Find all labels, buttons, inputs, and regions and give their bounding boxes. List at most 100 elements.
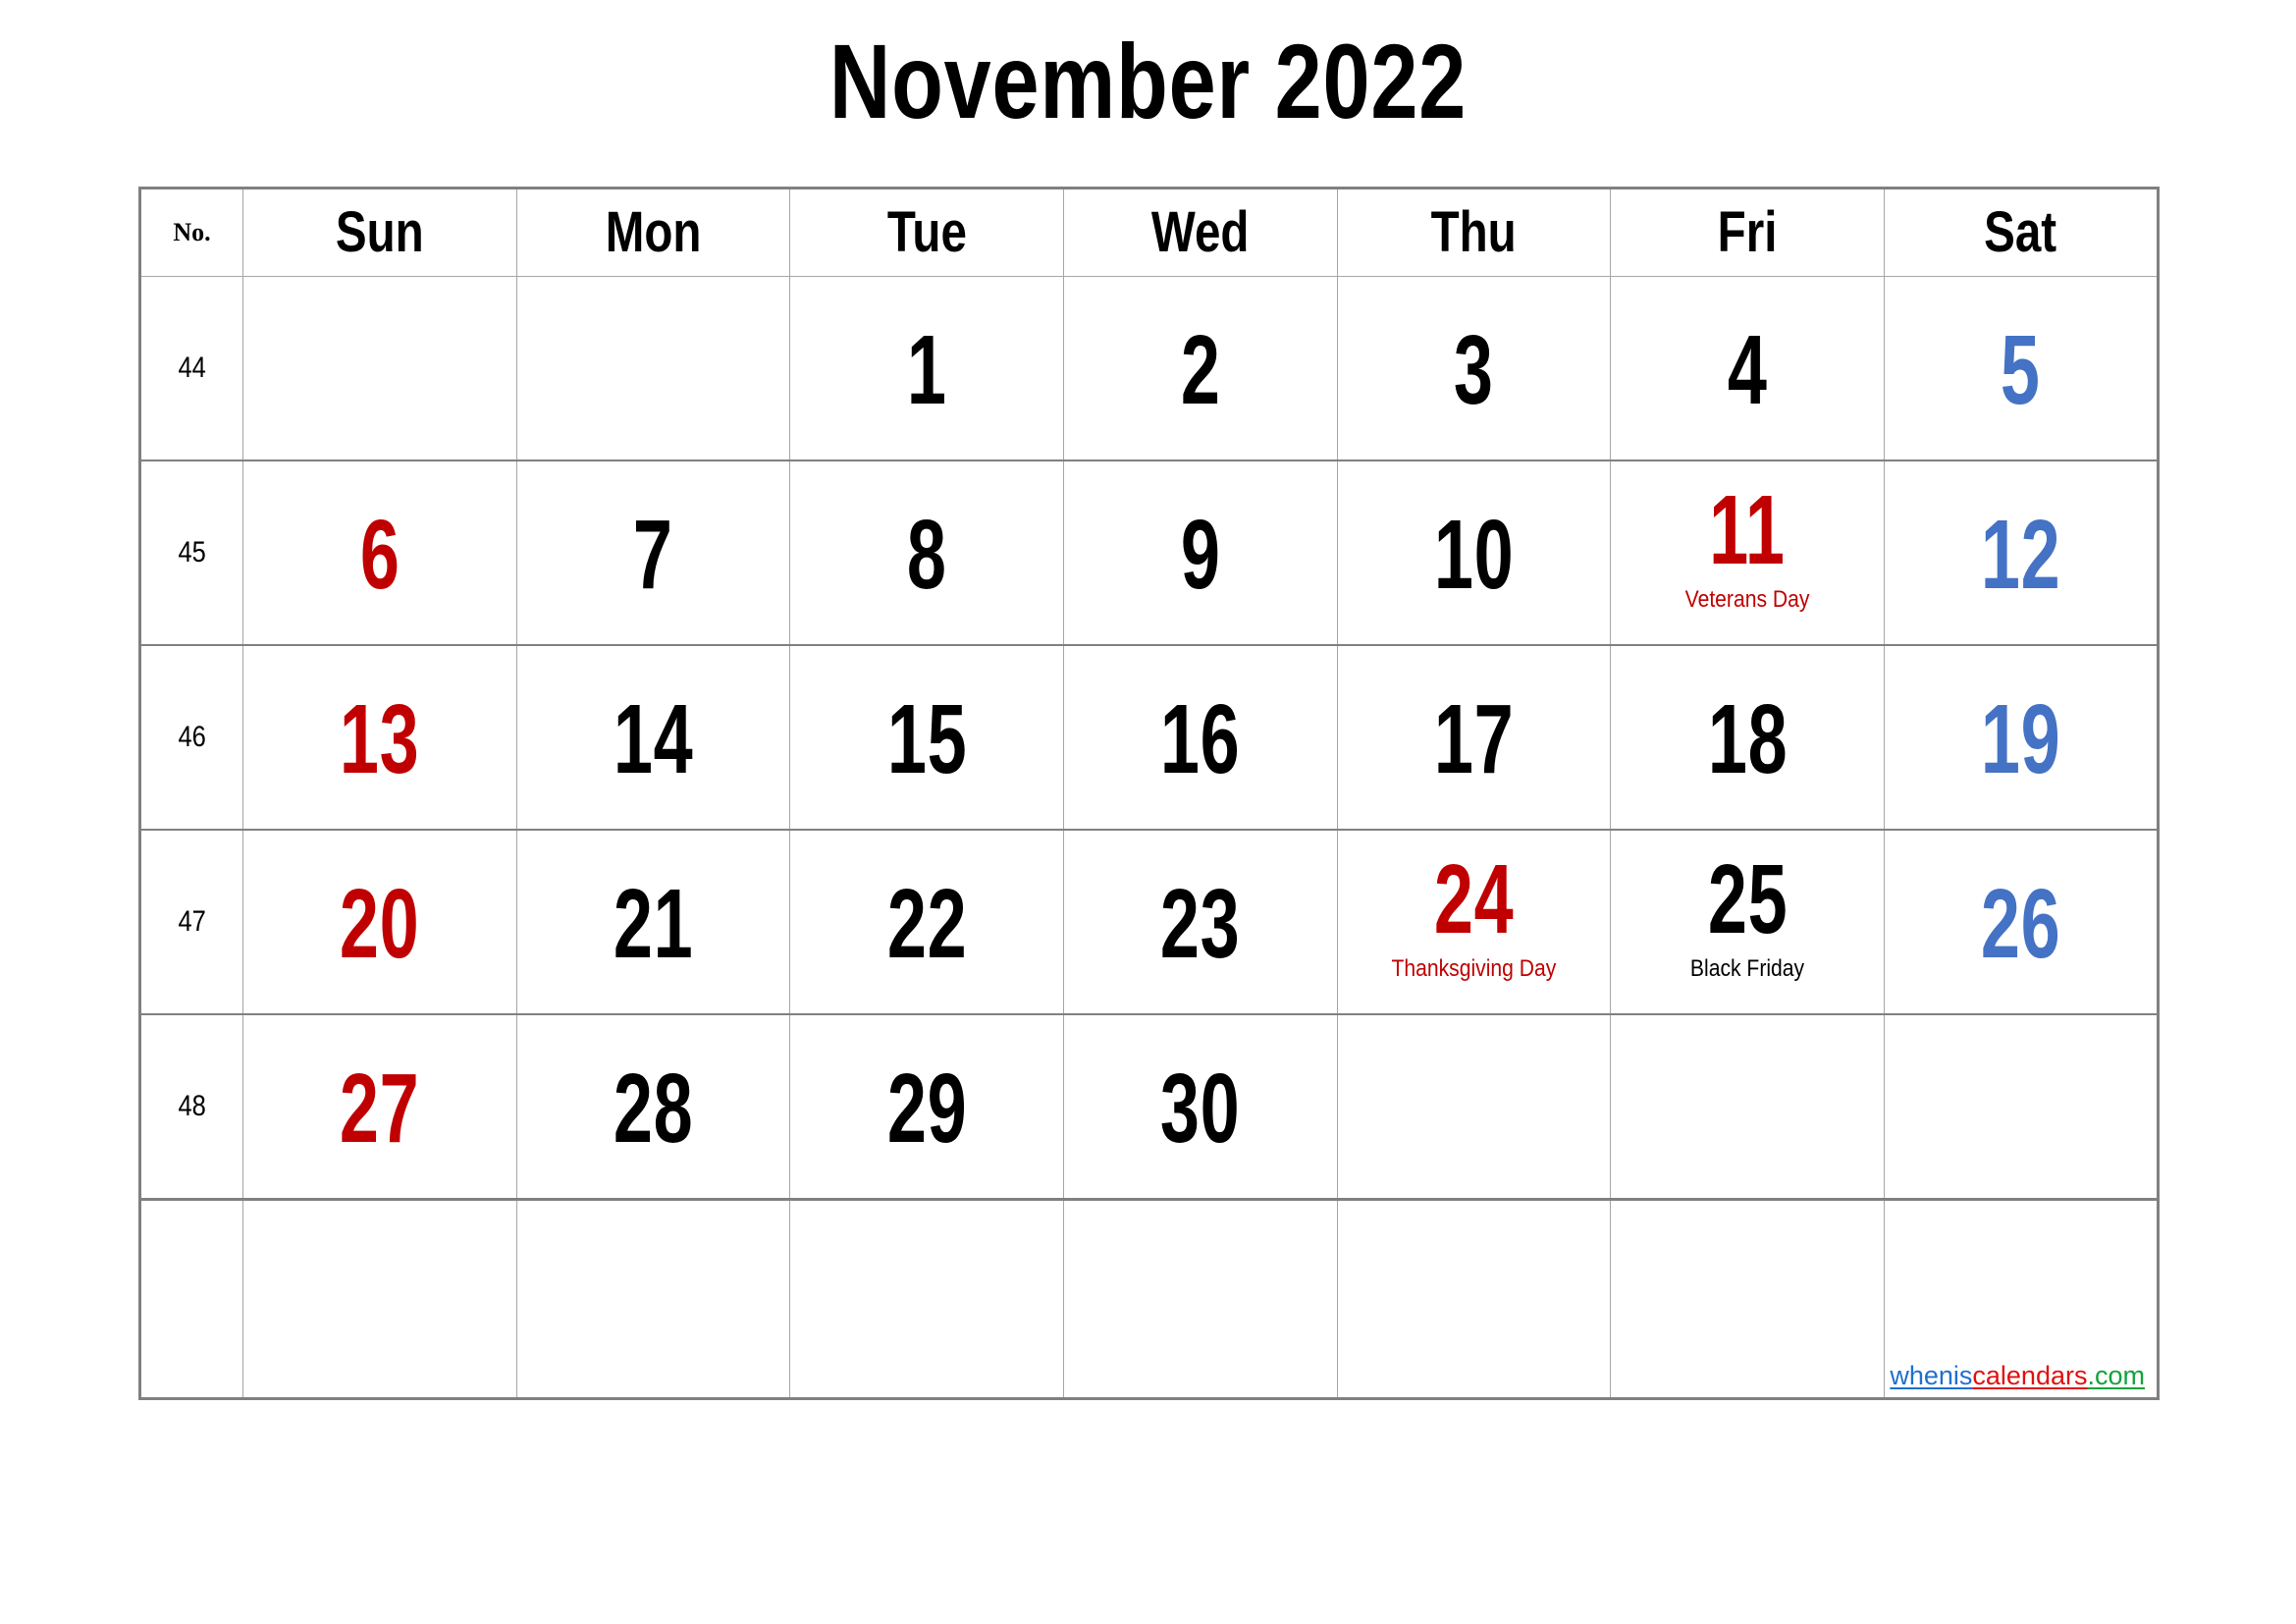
day-event-label: Thanksgiving Day <box>1391 955 1557 982</box>
calendar-day-cell[interactable]: 21 <box>515 829 791 1015</box>
day-event-label: Veterans Day <box>1684 586 1810 613</box>
calendar-day-cell[interactable]: 12 <box>1884 460 2159 646</box>
calendar-day-cell[interactable]: 10 <box>1336 460 1612 646</box>
page-title: November 2022 <box>828 22 1468 140</box>
day-cell-content: 4 <box>1611 277 1884 460</box>
day-cell-content: 21 <box>517 831 790 1013</box>
day-number: 20 <box>340 869 420 979</box>
calendar-day-cell[interactable]: 2 <box>1063 276 1338 461</box>
calendar-day-cell[interactable]: 25 Black Friday <box>1610 829 1886 1015</box>
week-number-value: 47 <box>178 905 206 938</box>
calendar-day-cell[interactable]: 28 <box>515 1013 791 1200</box>
day-cell-content: 14 <box>517 646 790 829</box>
day-cell-content: 19 <box>1885 646 2157 829</box>
day-header-label: Mon <box>605 200 702 264</box>
watermark-part-1: whenis <box>1890 1361 1973 1390</box>
calendar-day-cell[interactable] <box>242 276 517 461</box>
calendar-day-cell[interactable]: 4 <box>1610 276 1886 461</box>
calendar-day-cell[interactable]: 20 <box>242 829 517 1015</box>
day-cell-content: 16 <box>1064 646 1337 829</box>
day-cell-content: 24 Thanksgiving Day <box>1338 831 1611 1013</box>
day-cell-content: 30 <box>1064 1015 1337 1198</box>
day-number: 4 <box>1727 315 1768 425</box>
calendar-day-cell[interactable]: 11 Veterans Day <box>1610 460 1886 646</box>
week-number-cell: 46 <box>139 644 243 831</box>
calendar-day-cell[interactable]: 15 <box>789 644 1065 831</box>
calendar-day-cell[interactable]: 7 <box>515 460 791 646</box>
week-number-value: 46 <box>178 721 206 753</box>
day-number: 3 <box>1454 315 1494 425</box>
day-header-label: Wed <box>1151 200 1250 264</box>
day-number: 16 <box>1160 684 1241 794</box>
calendar-day-cell[interactable]: 13 <box>242 644 517 831</box>
calendar-day-cell[interactable]: 3 <box>1336 276 1612 461</box>
calendar-day-cell[interactable] <box>515 276 791 461</box>
day-cell-content: 6 <box>243 461 516 644</box>
week-number-cell: 44 <box>139 276 243 461</box>
calendar-day-cell[interactable] <box>1610 1013 1886 1200</box>
day-number: 25 <box>1707 844 1789 954</box>
calendar-day-cell[interactable]: 24 Thanksgiving Day <box>1336 829 1612 1015</box>
calendar-day-cell[interactable]: 23 <box>1063 829 1338 1015</box>
calendar-day-cell[interactable]: 19 <box>1884 644 2159 831</box>
calendar-day-cell[interactable]: 22 <box>789 829 1065 1015</box>
day-cell-content: 18 <box>1611 646 1884 829</box>
day-number: 21 <box>613 869 694 979</box>
calendar-day-cell[interactable] <box>1884 1013 2159 1200</box>
calendar-day-cell[interactable]: 6 <box>242 460 517 646</box>
day-cell-content <box>1611 1201 1884 1397</box>
calendar-day-cell[interactable] <box>1610 1198 1886 1399</box>
calendar-day-cell[interactable]: 26 <box>1884 829 2159 1015</box>
site-watermark-link[interactable]: wheniscalendars.com <box>1890 1361 2145 1390</box>
week-number-header: No. <box>139 187 243 277</box>
calendar-day-cell[interactable]: 1 <box>789 276 1065 461</box>
calendar-day-cell[interactable] <box>1336 1013 1612 1200</box>
day-cell-content: 27 <box>243 1015 516 1198</box>
calendar-day-cell[interactable]: 9 <box>1063 460 1338 646</box>
calendar-day-cell[interactable]: 5 <box>1884 276 2159 461</box>
day-cell-content: 7 <box>517 461 790 644</box>
calendar-day-cell[interactable] <box>242 1198 517 1399</box>
day-number: 27 <box>340 1054 420 1164</box>
day-cell-content: 13 <box>243 646 516 829</box>
day-number: 15 <box>886 684 967 794</box>
day-cell-content: 5 <box>1885 277 2157 460</box>
day-cell-content: 17 <box>1338 646 1611 829</box>
calendar-day-cell[interactable]: 27 <box>242 1013 517 1200</box>
day-number: 29 <box>886 1054 967 1164</box>
calendar-day-cell[interactable]: 29 <box>789 1013 1065 1200</box>
calendar-day-cell[interactable]: 17 <box>1336 644 1612 831</box>
day-header-mon: Mon <box>515 187 791 277</box>
calendar-day-cell[interactable]: 30 <box>1063 1013 1338 1200</box>
calendar-week-row: 45 6 7 8 9 10 11 Veterans Day 12 <box>139 460 2159 646</box>
calendar-day-cell[interactable]: 14 <box>515 644 791 831</box>
day-header-sun: Sun <box>242 187 517 277</box>
day-cell-content: 10 <box>1338 461 1611 644</box>
day-cell-content <box>1611 1015 1884 1198</box>
day-cell-content <box>790 1201 1063 1397</box>
watermark-part-2: calendars <box>1972 1361 2088 1390</box>
day-header-label: Sat <box>1984 200 2057 264</box>
calendar-day-cell[interactable] <box>515 1198 791 1399</box>
day-header-sat: Sat <box>1884 187 2159 277</box>
day-cell-content: 23 <box>1064 831 1337 1013</box>
day-cell-content <box>1064 1201 1337 1397</box>
day-cell-content <box>517 1201 790 1397</box>
day-cell-content <box>1338 1201 1611 1397</box>
watermark-part-3: .com <box>2087 1361 2145 1390</box>
calendar-week-row: 44 1 2 3 4 5 <box>139 276 2159 461</box>
day-number: 30 <box>1160 1054 1241 1164</box>
day-number: 5 <box>2001 315 2041 425</box>
day-cell-content <box>243 277 516 460</box>
calendar-page: November 2022 No. Sun Mon Tue Wed Thu Fr… <box>0 0 2296 1624</box>
calendar-day-cell[interactable]: 16 <box>1063 644 1338 831</box>
calendar-day-cell[interactable] <box>789 1198 1065 1399</box>
day-cell-content: 15 <box>790 646 1063 829</box>
calendar-table: No. Sun Mon Tue Wed Thu Fri Sat 44 1 2 3 4 5 4… <box>138 187 2160 1400</box>
calendar-day-cell[interactable] <box>1063 1198 1338 1399</box>
calendar-day-cell[interactable]: 18 <box>1610 644 1886 831</box>
calendar-day-cell[interactable]: 8 <box>789 460 1065 646</box>
day-cell-content: 20 <box>243 831 516 1013</box>
calendar-day-cell[interactable] <box>1336 1198 1612 1399</box>
day-number: 14 <box>613 684 694 794</box>
